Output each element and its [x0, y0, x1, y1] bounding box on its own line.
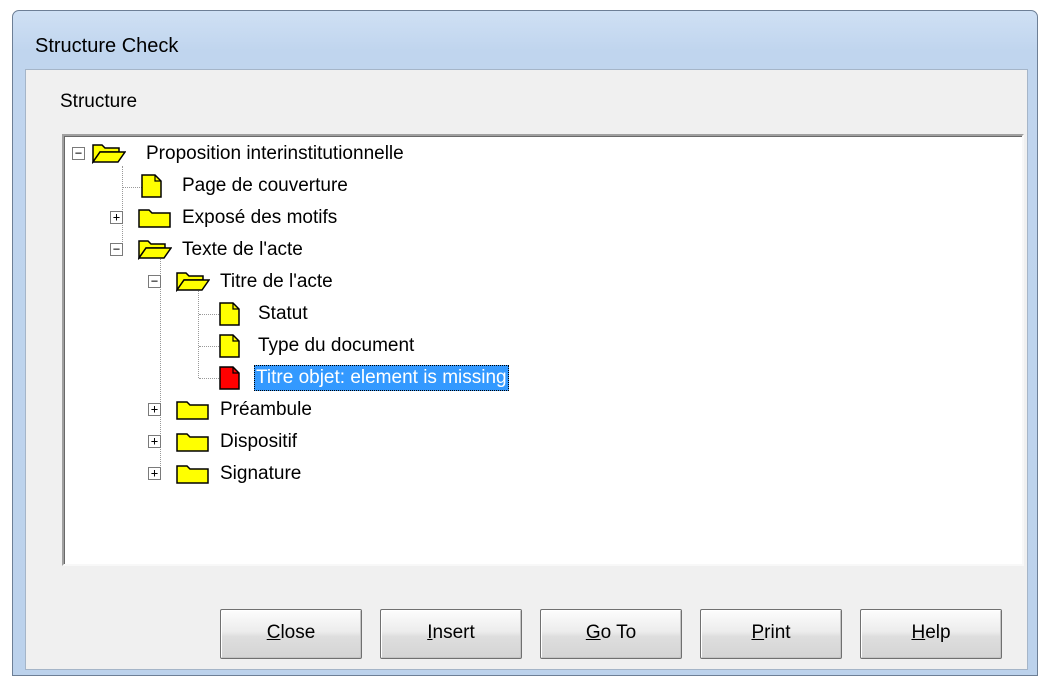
- tree-node-label[interactable]: Proposition interinstitutionnelle: [144, 141, 406, 167]
- tree-node-type-du-document[interactable]: Type du document: [64, 333, 464, 359]
- insert-button[interactable]: Insert: [380, 609, 522, 659]
- tree-node-label[interactable]: Page de couverture: [180, 173, 350, 199]
- expand-icon[interactable]: +: [148, 435, 161, 448]
- window-title: Structure Check: [35, 35, 179, 57]
- tree-node-label[interactable]: Statut: [256, 301, 310, 327]
- document-icon: [219, 302, 241, 331]
- folder-icon: [138, 206, 172, 233]
- button-bar: Close Insert Go To Print Help: [26, 600, 1027, 659]
- tree-node-root[interactable]: − Proposition interinstitutionnelle: [64, 141, 464, 167]
- tree-node-label[interactable]: Titre de l'acte: [218, 269, 335, 295]
- help-button[interactable]: Help: [860, 609, 1002, 659]
- document-icon: [219, 334, 241, 363]
- structure-check-dialog: Structure Check Structure − Proposition …: [12, 10, 1038, 676]
- go-to-button[interactable]: Go To: [540, 609, 682, 659]
- folder-icon: [176, 398, 210, 425]
- expand-icon[interactable]: +: [148, 403, 161, 416]
- structure-label: Structure: [60, 91, 138, 112]
- expand-icon[interactable]: +: [148, 467, 161, 480]
- title-bar[interactable]: Structure Check: [13, 11, 1037, 69]
- tree-node-label[interactable]: Exposé des motifs: [180, 205, 339, 231]
- structure-tree[interactable]: − Proposition interinstitutionnelle Page…: [62, 134, 1024, 566]
- folder-open-icon: [137, 238, 173, 265]
- tree-node-label[interactable]: Dispositif: [218, 429, 299, 455]
- folder-icon: [176, 430, 210, 457]
- folder-icon: [176, 462, 210, 489]
- tree-node-titre-de-l-acte[interactable]: − Titre de l'acte: [64, 269, 464, 295]
- tree-node-label[interactable]: Préambule: [218, 397, 314, 423]
- collapse-icon[interactable]: −: [110, 243, 123, 256]
- tree-node-texte-de-l-acte[interactable]: − Texte de l'acte: [64, 237, 464, 263]
- tree-node-label[interactable]: Signature: [218, 461, 303, 487]
- document-icon: [141, 174, 163, 203]
- tree-node-label[interactable]: Type du document: [256, 333, 416, 359]
- tree-node-titre-objet[interactable]: Titre objet: element is missing: [64, 365, 584, 391]
- tree-node-page-de-couverture[interactable]: Page de couverture: [64, 173, 464, 199]
- tree-node-dispositif[interactable]: + Dispositif: [64, 429, 464, 455]
- dialog-client-area: Structure − Proposition interinstitution…: [25, 69, 1028, 670]
- tree-node-label[interactable]: Texte de l'acte: [180, 237, 305, 263]
- print-button[interactable]: Print: [700, 609, 842, 659]
- tree-node-label-selected[interactable]: Titre objet: element is missing: [254, 365, 509, 391]
- expand-icon[interactable]: +: [110, 211, 123, 224]
- tree-node-preambule[interactable]: + Préambule: [64, 397, 464, 423]
- tree-node-expose-des-motifs[interactable]: + Exposé des motifs: [64, 205, 464, 231]
- folder-open-icon: [91, 142, 127, 169]
- missing-document-icon: [219, 366, 241, 395]
- tree-node-statut[interactable]: Statut: [64, 301, 464, 327]
- close-button[interactable]: Close: [220, 609, 362, 659]
- folder-open-icon: [175, 270, 211, 297]
- tree-node-signature[interactable]: + Signature: [64, 461, 464, 487]
- collapse-icon[interactable]: −: [148, 275, 161, 288]
- collapse-icon[interactable]: −: [72, 147, 85, 160]
